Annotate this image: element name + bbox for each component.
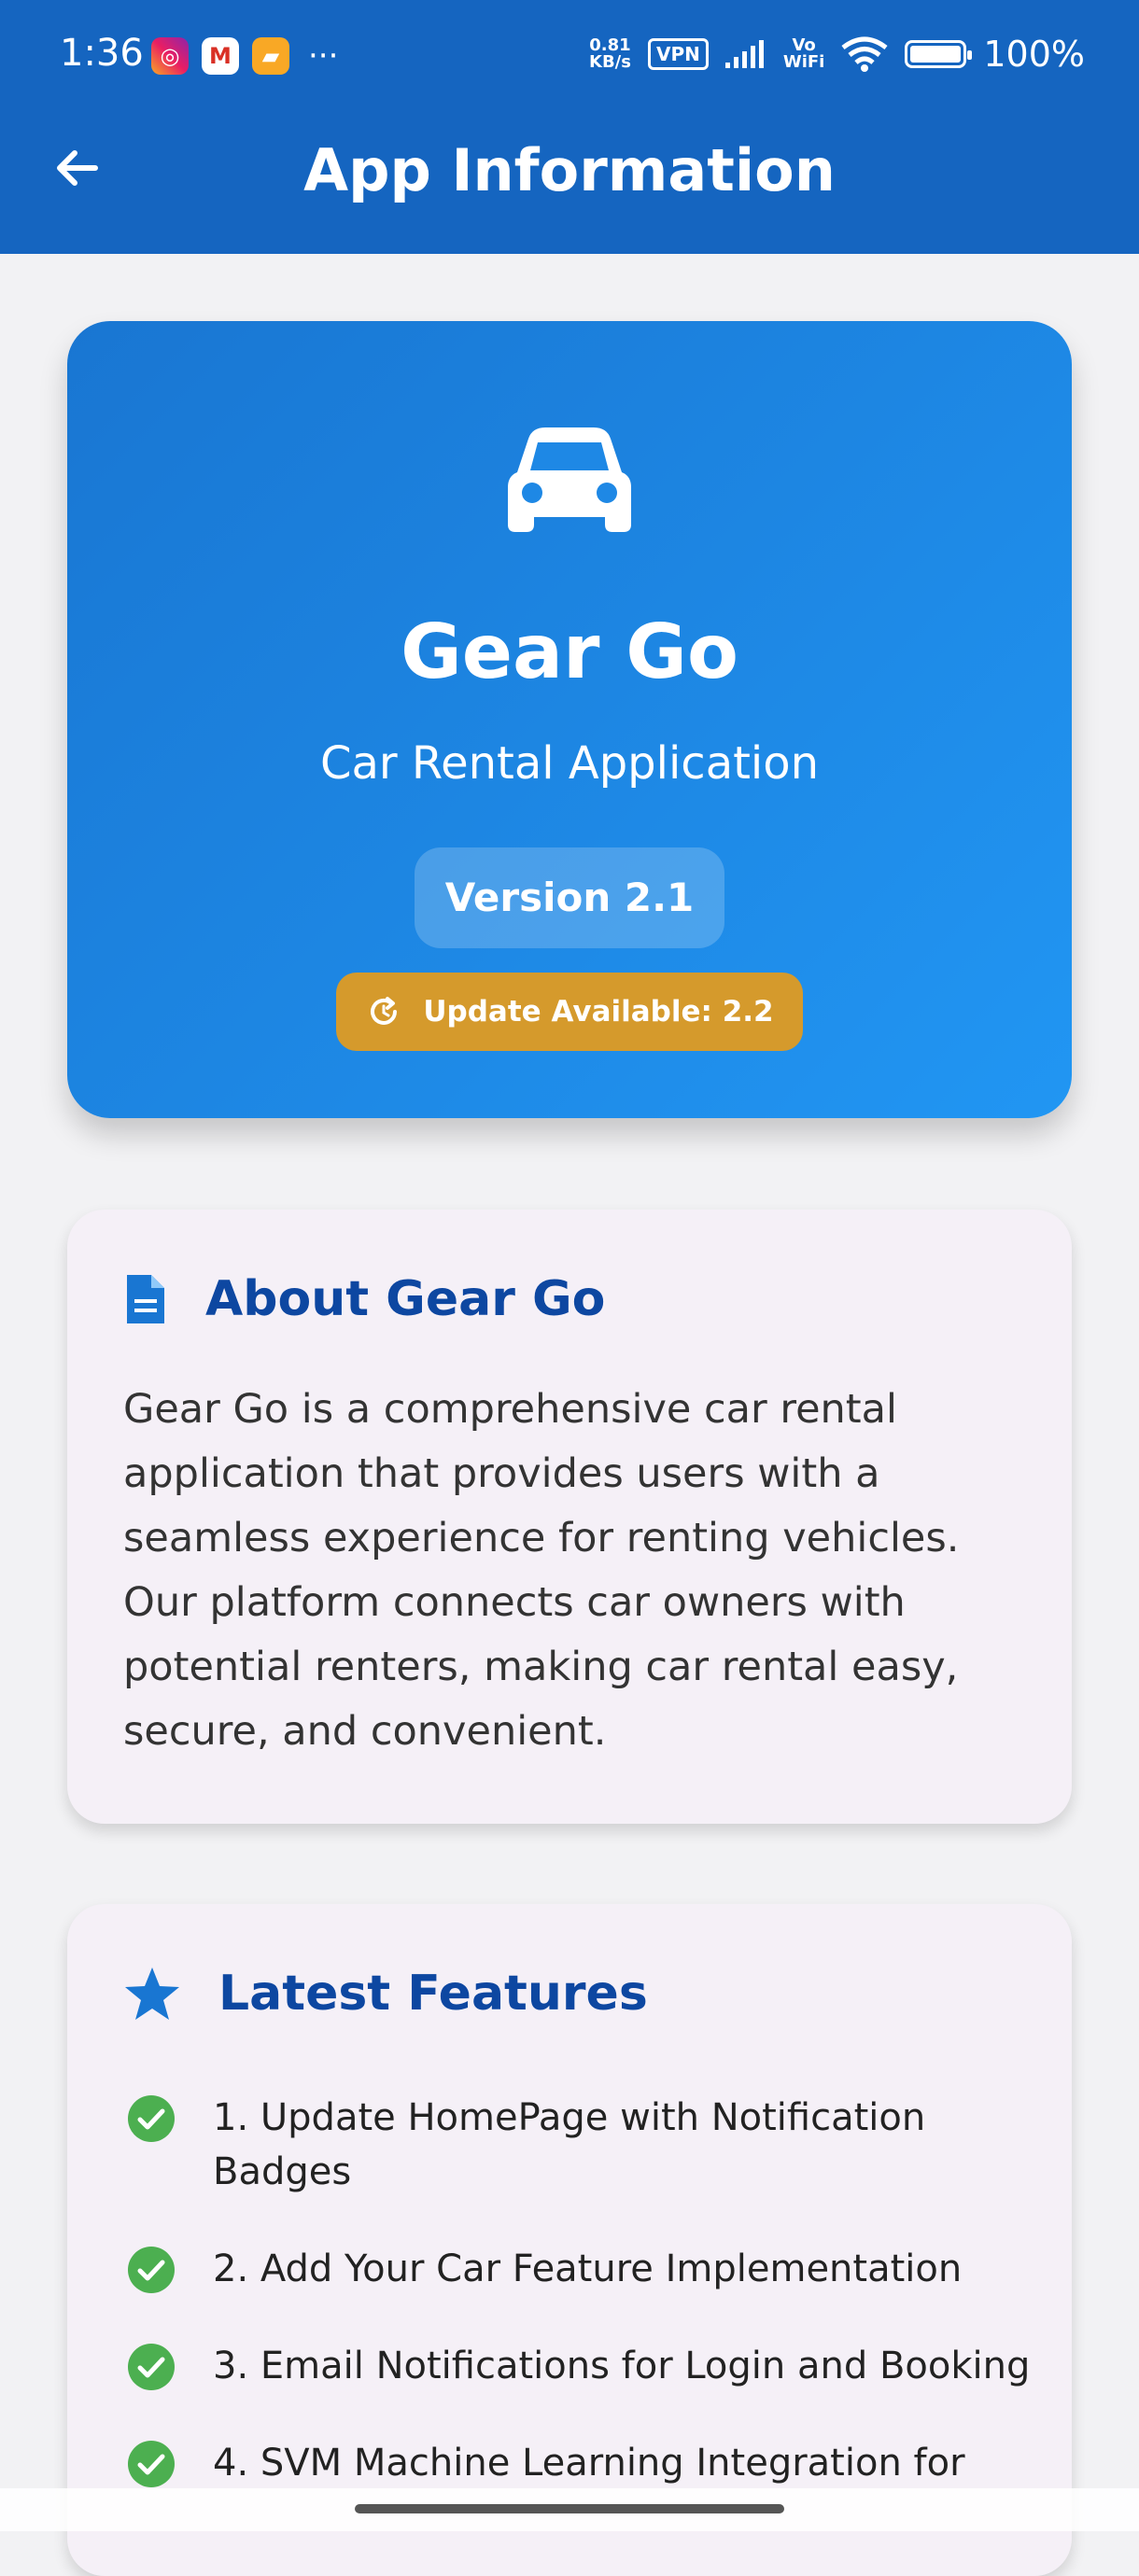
- app-subtitle: Car Rental Application: [319, 737, 820, 790]
- vowifi-badge: Vo WiFi: [782, 35, 825, 72]
- check-circle-icon: [128, 2095, 175, 2142]
- feature-text: 3. Email Notifications for Login and Boo…: [213, 2345, 1031, 2387]
- top-app-bar: 1:36 ◎ M ▰ ··· 0.81 KB/s VPN Vo WiFi 100…: [0, 0, 1139, 254]
- gmail-icon: M: [202, 37, 239, 75]
- app-hero-card: Gear Go Car Rental Application Version 2…: [67, 321, 1072, 1118]
- notification-icons: ◎ M ▰ ···: [151, 37, 338, 75]
- update-available-button[interactable]: Update Available: 2.2: [336, 973, 803, 1051]
- feature-item: 3. Email Notifications for Login and Boo…: [127, 2339, 1034, 2393]
- feature-item: 1. Update HomePage with Notification Bad…: [127, 2091, 1034, 2199]
- check-circle-icon: [128, 2441, 175, 2487]
- status-time: 1:36: [60, 32, 144, 75]
- document-icon: [127, 1275, 164, 1323]
- notes-icon: ▰: [252, 37, 289, 75]
- page-title: App Information: [303, 136, 836, 204]
- version-badge: Version 2.1: [415, 847, 724, 948]
- feature-text: 1. Update HomePage with Notification Bad…: [213, 2096, 926, 2193]
- star-icon: [125, 1967, 179, 2020]
- features-list: 1. Update HomePage with Notification Bad…: [127, 2091, 1034, 2533]
- feature-text: 4. SVM Machine Learning Integration for: [213, 2442, 965, 2485]
- status-bar: 1:36 ◎ M ▰ ··· 0.81 KB/s VPN Vo WiFi 100…: [0, 0, 1139, 112]
- status-indicators: 0.81 KB/s VPN Vo WiFi 100%: [589, 34, 1085, 75]
- app-name: Gear Go: [401, 609, 738, 695]
- features-card: Latest Features 1. Update HomePage with …: [67, 1904, 1072, 2576]
- gesture-nav-handle[interactable]: [355, 2504, 784, 2513]
- feature-text: 2. Add Your Car Feature Implementation: [213, 2247, 963, 2290]
- about-title: About Gear Go: [205, 1271, 606, 1327]
- more-notifications-icon: ···: [308, 37, 339, 75]
- check-circle-icon: [128, 2247, 175, 2293]
- features-header: Latest Features: [123, 1966, 648, 2022]
- about-text: Gear Go is a comprehensive car rental ap…: [123, 1386, 960, 1755]
- about-header: About Gear Go: [123, 1271, 605, 1327]
- update-label: Update Available: 2.2: [423, 995, 774, 1029]
- signal-icon: [724, 40, 764, 68]
- car-icon: [508, 427, 631, 532]
- feature-item: 4. SVM Machine Learning Integration for: [127, 2436, 1034, 2490]
- about-card: About Gear Go Gear Go is a comprehensive…: [67, 1210, 1072, 1824]
- update-icon: [371, 997, 398, 1025]
- network-speed: 0.81 KB/s: [589, 35, 631, 72]
- instagram-icon: ◎: [151, 37, 189, 75]
- wifi-icon: [841, 36, 888, 72]
- check-circle-icon: [128, 2344, 175, 2390]
- features-title: Latest Features: [218, 1966, 648, 2022]
- vpn-badge: VPN: [647, 38, 709, 70]
- feature-item: 2. Add Your Car Feature Implementation: [127, 2242, 1034, 2296]
- battery-percent: 100%: [983, 34, 1085, 75]
- battery-icon: [905, 40, 973, 68]
